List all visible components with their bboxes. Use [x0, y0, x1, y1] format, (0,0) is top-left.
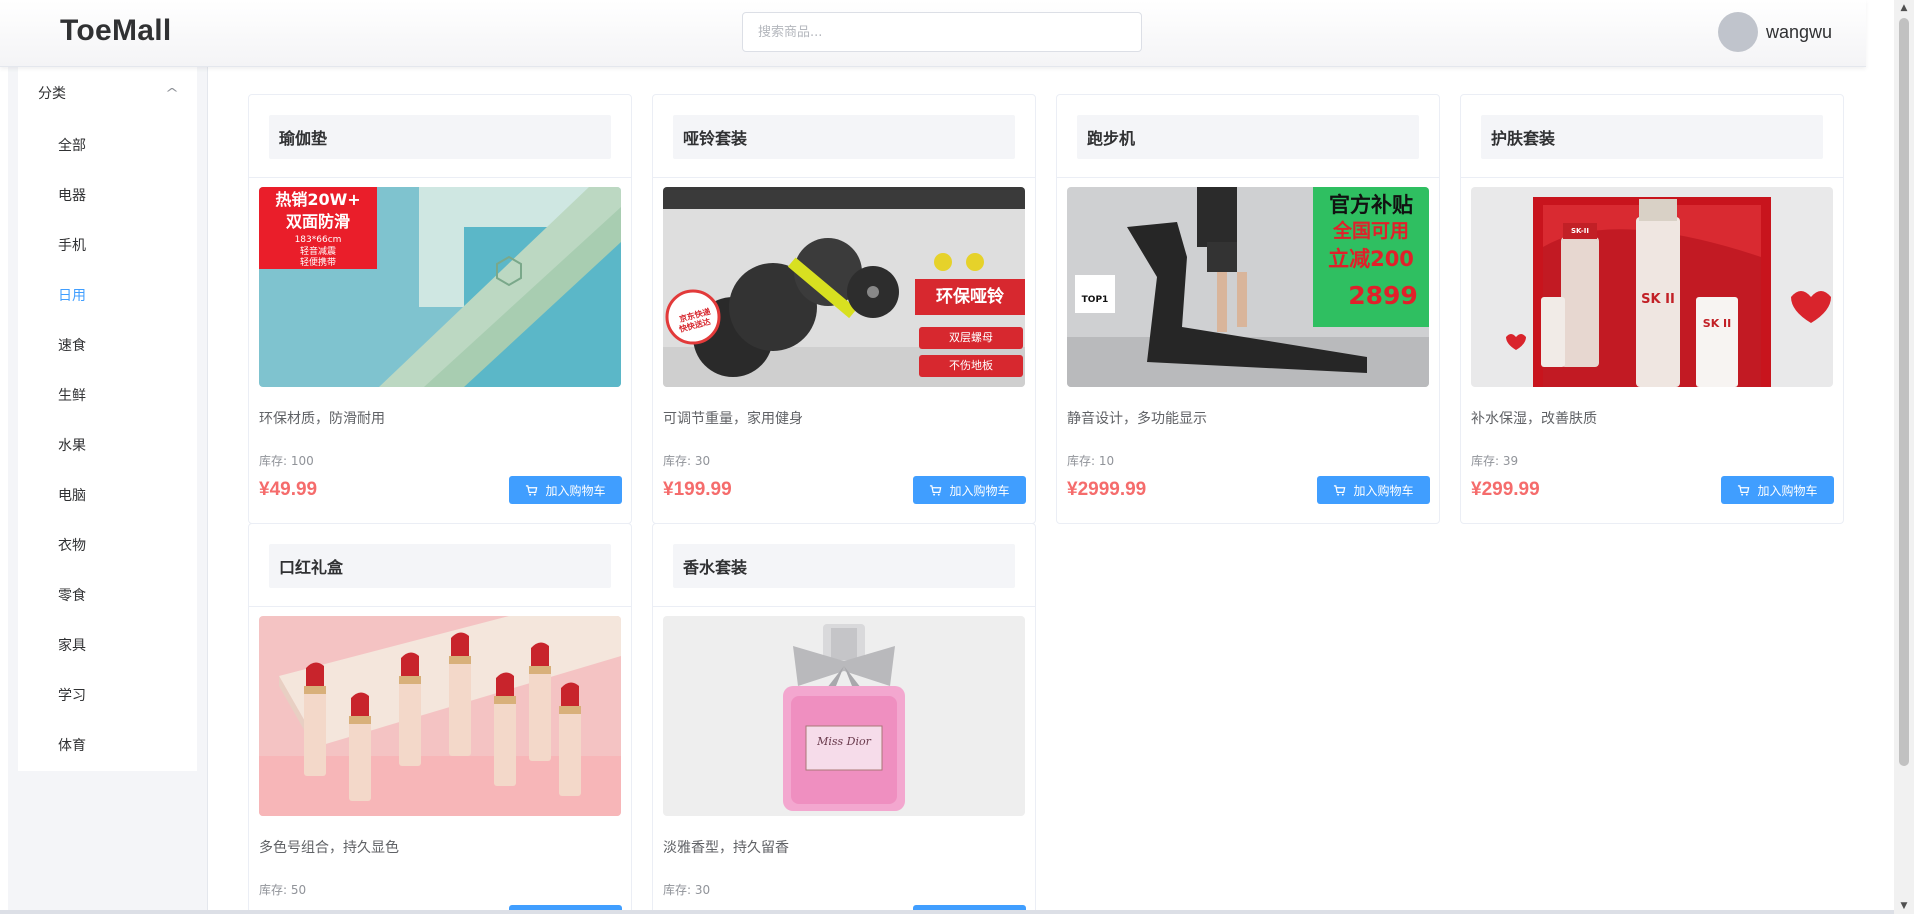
chevron-up-icon: ^: [164, 86, 180, 100]
add-to-cart-button[interactable]: 加入购物车: [1317, 476, 1430, 504]
product-title: 口红礼盒: [269, 544, 611, 588]
product-description: 多色号组合，持久显色: [259, 840, 399, 856]
product-title: 哑铃套装: [673, 115, 1015, 159]
search-input[interactable]: [742, 12, 1142, 52]
product-price: ¥199.99: [663, 479, 732, 500]
product-grid: 瑜伽垫 热销20W+ 双面防滑 183*66cm 轻音减震 轻便携带 环保材质，…: [208, 67, 1894, 914]
product-price: ¥299.99: [1471, 479, 1540, 500]
product-description: 淡雅香型，持久留香: [663, 840, 789, 856]
product-stock: 库存: 30: [663, 454, 711, 468]
product-description: 环保材质，防滑耐用: [259, 411, 385, 427]
sidebar-item-phones[interactable]: 手机: [18, 220, 197, 270]
sidebar-item-fruit[interactable]: 水果: [18, 420, 197, 470]
image-caption: SK II: [1702, 317, 1732, 330]
scroll-up-icon[interactable]: ▲: [1898, 2, 1910, 14]
card-header: 瑜伽垫: [249, 95, 631, 178]
image-caption: 双层螺母: [949, 331, 993, 344]
product-card[interactable]: 香水套装 Miss Dior 淡雅香型，持久留香 库存: 30: [652, 523, 1036, 914]
product-description: 静音设计，多功能显示: [1067, 411, 1207, 427]
sidebar-item-appliances[interactable]: 电器: [18, 170, 197, 220]
add-to-cart-label: 加入购物车: [1353, 483, 1414, 498]
product-price: ¥2999.99: [1067, 479, 1147, 500]
username[interactable]: wangwu: [1766, 22, 1832, 43]
add-to-cart-label: 加入购物车: [949, 483, 1010, 498]
card-header: 跑步机: [1057, 95, 1439, 178]
cart-icon: [526, 484, 538, 496]
cart-icon: [1334, 484, 1346, 496]
image-caption: 全国可用: [1332, 220, 1409, 242]
card-header: 香水套装: [653, 524, 1035, 607]
category-menu: 分类 ^ 全部 电器 手机 日用 速食 生鲜 水果 电脑 衣物 零食 家具 学习…: [18, 66, 197, 771]
image-caption: Miss Dior: [817, 735, 871, 748]
add-to-cart-label: 加入购物车: [1757, 483, 1818, 498]
image-caption: 立减200: [1328, 247, 1414, 271]
product-image[interactable]: Miss Dior: [663, 616, 1025, 816]
image-caption: SK II: [1641, 292, 1675, 307]
product-title: 香水套装: [673, 544, 1015, 588]
sidebar-item-instant-food[interactable]: 速食: [18, 320, 197, 370]
image-caption: 双面防滑: [285, 212, 350, 231]
product-stock: 库存: 10: [1067, 454, 1115, 468]
sidebar-item-study[interactable]: 学习: [18, 670, 197, 720]
product-description: 可调节重量，家用健身: [663, 411, 803, 427]
product-image[interactable]: 热销20W+ 双面防滑 183*66cm 轻音减震 轻便携带: [259, 187, 621, 387]
sidebar-item-computers[interactable]: 电脑: [18, 470, 197, 520]
bottom-edge: [0, 910, 1894, 914]
add-to-cart-label: 加入购物车: [545, 483, 606, 498]
add-to-cart-button[interactable]: 加入购物车: [913, 476, 1026, 504]
sidebar-item-snacks[interactable]: 零食: [18, 570, 197, 620]
sidebar-item-furniture[interactable]: 家具: [18, 620, 197, 670]
app-root: ToeMall wangwu 分类 ^ 全部 电器 手机 日用 速食 生鲜 水果…: [0, 0, 1914, 914]
product-title: 瑜伽垫: [269, 115, 611, 159]
image-caption: 183*66cm: [294, 235, 342, 245]
product-card[interactable]: 哑铃套装 京东快递 快快送达 环保哑铃 双层螺母 不伤地板 可调节重量，家用健身…: [652, 94, 1036, 524]
image-caption: 2899: [1348, 281, 1418, 310]
top-header: ToeMall wangwu: [0, 0, 1866, 67]
product-card[interactable]: 口红礼盒 多色号组合，持久显色 库存: 50: [248, 523, 632, 914]
product-image[interactable]: 官方补贴 全国可用 立减200 2899 TOP1: [1067, 187, 1429, 387]
card-header: 哑铃套装: [653, 95, 1035, 178]
product-stock: 库存: 30: [663, 883, 711, 897]
product-image[interactable]: SK-II SK II SK II: [1471, 187, 1833, 387]
product-title: 跑步机: [1077, 115, 1419, 159]
image-caption: 环保哑铃: [936, 287, 1004, 307]
page-scrollbar[interactable]: ▲ ▼: [1894, 0, 1914, 914]
image-caption: 官方补贴: [1329, 193, 1413, 217]
product-card[interactable]: 护肤套装 SK-II SK II SK II 补水保湿，改善肤质 库存: 39 …: [1460, 94, 1844, 524]
sidebar-item-clothing[interactable]: 衣物: [18, 520, 197, 570]
product-stock: 库存: 39: [1471, 454, 1519, 468]
add-to-cart-button[interactable]: 加入购物车: [1721, 476, 1834, 504]
cart-icon: [1738, 484, 1750, 496]
product-image[interactable]: 京东快递 快快送达 环保哑铃 双层螺母 不伤地板: [663, 187, 1025, 387]
image-caption: TOP1: [1081, 295, 1109, 305]
image-caption: 不伤地板: [949, 359, 993, 372]
product-card[interactable]: 瑜伽垫 热销20W+ 双面防滑 183*66cm 轻音减震 轻便携带 环保材质，…: [248, 94, 632, 524]
product-title: 护肤套装: [1481, 115, 1823, 159]
product-card[interactable]: 跑步机 官方补贴 全国可用 立减200 2899 TOP1 静音设计，多功能显示…: [1056, 94, 1440, 524]
sidebar-item-fresh[interactable]: 生鲜: [18, 370, 197, 420]
image-caption: SK-II: [1571, 227, 1589, 235]
product-image[interactable]: [259, 616, 621, 816]
product-stock: 库存: 100: [259, 454, 314, 468]
add-to-cart-button[interactable]: 加入购物车: [509, 476, 622, 504]
product-description: 补水保湿，改善肤质: [1471, 411, 1597, 427]
card-header: 护肤套装: [1461, 95, 1843, 178]
scrollbar-thumb[interactable]: [1899, 18, 1909, 766]
image-caption: 轻音减震: [299, 247, 336, 257]
product-price: ¥49.99: [259, 479, 318, 500]
sidebar-item-daily[interactable]: 日用: [18, 270, 197, 320]
category-section-label: 分类: [38, 86, 66, 102]
site-logo[interactable]: ToeMall: [60, 14, 172, 48]
scroll-down-icon[interactable]: ▼: [1898, 900, 1910, 912]
product-stock: 库存: 50: [259, 883, 307, 897]
user-menu[interactable]: wangwu: [1717, 12, 1832, 52]
cart-icon: [930, 484, 942, 496]
category-submenu-title[interactable]: 分类 ^: [18, 66, 197, 120]
sidebar-item-sports[interactable]: 体育: [18, 720, 197, 770]
avatar[interactable]: [1717, 12, 1758, 52]
image-caption: 热销20W+: [275, 190, 361, 209]
sidebar-item-all[interactable]: 全部: [18, 120, 197, 170]
image-caption: 轻便携带: [299, 258, 336, 268]
card-header: 口红礼盒: [249, 524, 631, 607]
